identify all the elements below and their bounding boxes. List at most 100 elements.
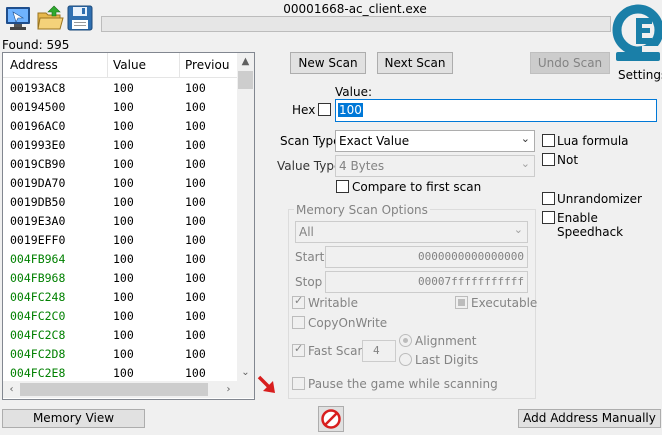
scan-progress-bar xyxy=(101,16,611,32)
row-address: 004FC248 xyxy=(10,290,66,304)
open-file-button[interactable] xyxy=(36,4,64,32)
not-checkbox[interactable] xyxy=(542,153,555,166)
speedhack-checkbox[interactable] xyxy=(542,211,555,224)
row-previous: 100 xyxy=(185,100,206,114)
row-previous: 100 xyxy=(185,138,206,152)
table-row[interactable]: 0019EFF0 100 100 xyxy=(3,231,238,250)
chevron-down-icon: ⌄ xyxy=(520,132,530,145)
row-previous: 100 xyxy=(185,157,206,171)
row-address: 0019CB90 xyxy=(10,157,66,171)
writable-label: Writable xyxy=(308,296,358,310)
row-value: 100 xyxy=(113,309,134,323)
copy-on-write-checkbox[interactable] xyxy=(292,316,305,329)
red-arrow-icon xyxy=(257,375,275,393)
writable-checkbox[interactable] xyxy=(292,294,305,309)
unrandomizer-checkbox[interactable] xyxy=(542,192,555,205)
start-address-value: 0000000000000000 xyxy=(418,250,524,263)
scroll-corner xyxy=(237,381,254,398)
row-value: 100 xyxy=(113,271,134,285)
last-digits-radio[interactable] xyxy=(399,353,412,366)
results-vertical-scrollbar[interactable]: ▲ ⌄ xyxy=(237,53,254,381)
vertical-scroll-thumb[interactable] xyxy=(238,71,253,89)
fast-scan-checkbox[interactable] xyxy=(292,342,305,357)
settings-label[interactable]: Settings xyxy=(618,68,662,82)
column-header-value[interactable]: Value xyxy=(113,58,146,72)
row-address: 004FC2C0 xyxy=(10,309,66,323)
scroll-down-icon[interactable]: ⌄ xyxy=(237,364,254,381)
stop-scan-button[interactable] xyxy=(318,406,344,432)
last-digits-label: Last Digits xyxy=(415,353,479,367)
found-count: Found: 595 xyxy=(2,38,70,52)
next-scan-button[interactable]: Next Scan xyxy=(377,52,453,74)
row-address: 0019E3A0 xyxy=(10,214,66,228)
fast-scan-input[interactable]: 4 xyxy=(362,340,396,362)
add-selected-arrow-button[interactable] xyxy=(254,372,280,398)
scroll-left-icon[interactable]: ‹ xyxy=(3,381,20,398)
lua-formula-checkbox[interactable] xyxy=(542,134,555,147)
scroll-right-icon[interactable]: › xyxy=(220,381,237,398)
open-process-button[interactable] xyxy=(4,4,32,32)
new-scan-button[interactable]: New Scan xyxy=(290,52,366,74)
row-address: 00194500 xyxy=(10,100,66,114)
value-type-select[interactable]: 4 Bytes ⌄ xyxy=(335,155,535,177)
add-address-manually-button[interactable]: Add Address Manually xyxy=(518,409,661,428)
memory-view-button[interactable]: Memory View xyxy=(2,409,145,428)
table-row[interactable]: 004FC2D8 100 100 xyxy=(3,345,238,364)
table-row[interactable]: 004FB964 100 100 xyxy=(3,250,238,269)
alignment-radio[interactable] xyxy=(399,334,412,347)
start-address-input[interactable]: 0000000000000000 xyxy=(325,246,528,268)
value-input[interactable]: 100 xyxy=(335,99,657,122)
start-label: Start xyxy=(295,250,325,264)
row-previous: 100 xyxy=(185,214,206,228)
compare-first-checkbox[interactable] xyxy=(336,180,349,193)
table-row[interactable]: 0019E3A0 100 100 xyxy=(3,212,238,231)
undo-scan-button[interactable]: Undo Scan xyxy=(530,52,610,74)
horizontal-scroll-thumb[interactable] xyxy=(20,383,208,396)
table-row[interactable]: 004FC2C0 100 100 xyxy=(3,307,238,326)
save-button[interactable] xyxy=(66,4,94,32)
table-row[interactable]: 00196AC0 100 100 xyxy=(3,117,238,136)
table-row[interactable]: 004FB968 100 100 xyxy=(3,269,238,288)
row-value: 100 xyxy=(113,328,134,342)
row-previous: 100 xyxy=(185,328,206,342)
row-value: 100 xyxy=(113,81,134,95)
cheat-engine-logo-icon xyxy=(612,4,662,61)
row-address: 004FB968 xyxy=(10,271,66,285)
table-row[interactable]: 004FC248 100 100 xyxy=(3,288,238,307)
table-row[interactable]: 00193AC8 100 100 xyxy=(3,79,238,98)
row-previous: 100 xyxy=(185,176,206,190)
row-value: 100 xyxy=(113,290,134,304)
cheat-engine-logo[interactable] xyxy=(612,0,662,68)
memory-region-select[interactable]: All ⌄ xyxy=(295,221,528,243)
table-row[interactable]: 0019DB50 100 100 xyxy=(3,193,238,212)
value-type-label: Value Type xyxy=(277,159,342,173)
computer-icon xyxy=(6,7,30,30)
table-row[interactable]: 0019CB90 100 100 xyxy=(3,155,238,174)
scan-type-select[interactable]: Exact Value ⌄ xyxy=(335,130,535,152)
results-list[interactable]: Address Value Previou 00193AC8 100 100 0019… xyxy=(2,52,255,400)
column-header-address[interactable]: Address xyxy=(10,58,58,72)
process-title: 00001668-ac_client.exe xyxy=(283,2,427,16)
hex-label: Hex xyxy=(292,103,316,117)
table-row[interactable]: 00194500 100 100 xyxy=(3,98,238,117)
hex-checkbox[interactable] xyxy=(318,103,331,116)
results-horizontal-scrollbar[interactable]: ‹ › xyxy=(3,381,237,398)
pause-game-checkbox[interactable] xyxy=(292,377,305,390)
table-row[interactable]: 001993E0 100 100 xyxy=(3,136,238,155)
fast-scan-value: 4 xyxy=(373,344,380,357)
row-address: 004FB964 xyxy=(10,252,66,266)
lua-formula-label: Lua formula xyxy=(557,134,629,148)
column-header-previous[interactable]: Previou xyxy=(185,58,229,72)
table-row[interactable]: 0019DA70 100 100 xyxy=(3,174,238,193)
executable-checkbox[interactable] xyxy=(455,296,468,309)
row-previous: 100 xyxy=(185,271,206,285)
value-input-text: 100 xyxy=(338,103,363,117)
stop-address-input[interactable]: 00007fffffffffff xyxy=(325,271,528,293)
row-previous: 100 xyxy=(185,347,206,361)
not-label: Not xyxy=(557,153,579,167)
row-value: 100 xyxy=(113,138,134,152)
table-row[interactable]: 004FC2C8 100 100 xyxy=(3,326,238,345)
scroll-up-icon[interactable]: ▲ xyxy=(237,53,254,70)
row-value: 100 xyxy=(113,176,134,190)
row-address: 0019DB50 xyxy=(10,195,66,209)
